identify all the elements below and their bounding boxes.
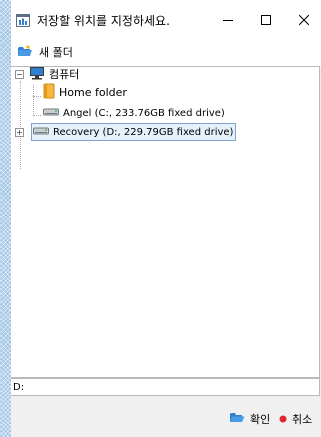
expand-toggle[interactable]: + — [15, 127, 24, 137]
path-input[interactable] — [11, 379, 315, 395]
selected-tree-item[interactable]: Recovery (D:, 229.79GB fixed drive) — [31, 123, 237, 141]
path-field[interactable] — [11, 378, 320, 396]
tree-connector — [33, 115, 41, 116]
close-icon — [299, 15, 309, 25]
tree-item-label: 컴퓨터 — [49, 68, 80, 81]
ok-button[interactable]: 확인 — [229, 410, 270, 428]
tree-item-drive-c[interactable]: Angel (C:, 233.76GB fixed drive) — [43, 104, 225, 122]
ok-label: 확인 — [250, 413, 271, 426]
new-folder-icon — [17, 44, 33, 61]
minimize-button[interactable] — [211, 8, 245, 32]
close-button[interactable] — [287, 8, 321, 32]
tree-item-home-folder[interactable]: Home folder — [43, 83, 127, 101]
tree-connector — [33, 96, 41, 97]
drive-icon — [33, 126, 49, 139]
folder-tree[interactable]: − 컴퓨터 Home folder Angel (C:, 233.76GB fi… — [11, 66, 320, 378]
save-location-dialog: 저장할 위치를 지정하세요. 새 폴더 − 컴퓨터 Home folder An… — [11, 0, 321, 437]
toolbar: 새 폴더 — [11, 40, 321, 66]
cancel-dot-icon — [279, 413, 287, 426]
new-folder-label: 새 폴더 — [39, 46, 73, 59]
tree-item-label: Home folder — [59, 85, 127, 99]
dialog-title: 저장할 위치를 지정하세요. — [37, 14, 170, 28]
collapse-toggle[interactable]: − — [15, 69, 24, 79]
tree-item-label: Recovery (D:, 229.79GB fixed drive) — [53, 126, 234, 138]
computer-icon — [29, 66, 45, 83]
tree-item-label: Angel (C:, 233.76GB fixed drive) — [63, 107, 225, 119]
home-folder-icon — [43, 83, 55, 102]
new-folder-button[interactable]: 새 폴더 — [13, 41, 77, 63]
cancel-button[interactable]: 취소 — [279, 410, 312, 428]
tree-item-drive-d[interactable]: + Recovery (D:, 229.79GB fixed drive) — [15, 123, 237, 141]
drive-icon — [43, 107, 59, 120]
tree-item-computer[interactable]: − 컴퓨터 — [15, 65, 79, 83]
open-folder-icon — [229, 411, 245, 427]
tree-connector — [33, 85, 34, 116]
minimize-icon — [223, 20, 233, 21]
cancel-label: 취소 — [292, 413, 313, 426]
maximize-icon — [261, 15, 271, 25]
title-bar[interactable]: 저장할 위치를 지정하세요. — [11, 0, 321, 40]
maximize-button[interactable] — [249, 8, 283, 32]
app-window-icon — [16, 13, 30, 27]
